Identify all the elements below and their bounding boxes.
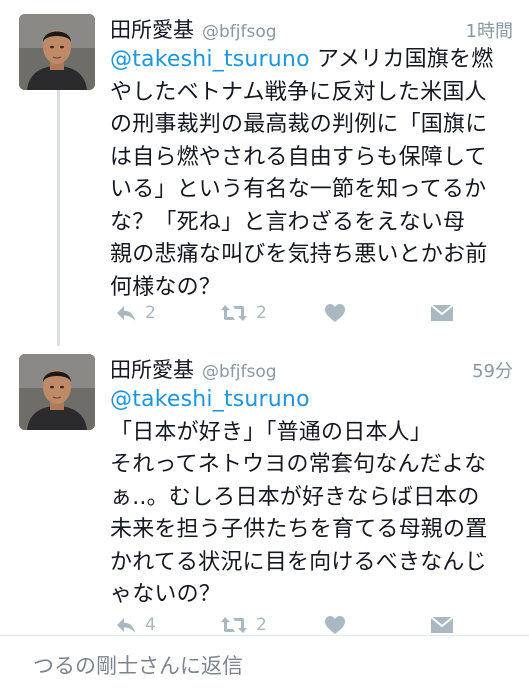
like-icon [324, 303, 346, 323]
tweet-text-line: かれてる状況に目を向けるべきなんじ [110, 549, 487, 575]
tweet-text-line: は自ら燃やされる自由すらも保障して [110, 144, 487, 170]
like-icon [324, 615, 346, 635]
tweet-text-line: それってネトウヨの常套句なんだよな [110, 452, 487, 477]
retweet-count: 2 [256, 303, 267, 323]
reply-count: 4 [145, 615, 156, 635]
tweet-header: 田所愛基 @bfjfsog 1時間 [110, 14, 513, 44]
retweet-icon [220, 615, 248, 635]
reply-composer[interactable]: つるの剛士さんに返信 [0, 636, 529, 700]
avatar[interactable] [19, 354, 95, 430]
tweet-text-line: の刑事裁判の最高裁の判例に「国旗に [110, 112, 488, 137]
tweet[interactable]: 田所愛基 @bfjfsog 1時間 @takeshi_tsuruno アメリカ国… [0, 0, 529, 340]
user-handle[interactable]: @bfjfsog [202, 22, 277, 42]
tweet-text-segment: アメリカ国旗を燃 [316, 47, 494, 72]
like-button[interactable] [324, 615, 346, 635]
timestamp[interactable]: 59分 [472, 357, 513, 383]
tweet-actions: 2 2 [110, 298, 460, 328]
reply-icon [115, 304, 137, 322]
retweet-button[interactable]: 2 [220, 615, 267, 635]
avatar[interactable] [19, 14, 95, 90]
retweet-button[interactable]: 2 [220, 303, 267, 323]
reply-icon [115, 616, 137, 634]
direct-message-icon [430, 303, 454, 323]
mention-link[interactable]: @takeshi_tsuruno [110, 387, 310, 412]
tweet-text-line: やしたベトナム戦争に反対した米国人 [110, 79, 487, 105]
tweet-text: @takeshi_tsuruno アメリカ国旗を燃 やしたベトナム戦争に反対した… [110, 44, 515, 304]
tweet-text-line: な？「死ね」と言わざるをえない母 [110, 209, 466, 235]
direct-message-button[interactable] [430, 615, 454, 635]
tweet-text: @takeshi_tsuruno 「日本が好き」「普通の日本人」 それってネトウ… [110, 384, 515, 612]
tweet-text-line: @takeshi_tsuruno [110, 384, 515, 417]
tweet-header: 田所愛基 @bfjfsog 59分 [110, 354, 513, 384]
timestamp[interactable]: 1時間 [466, 17, 513, 43]
mention-link[interactable]: @takeshi_tsuruno [110, 47, 310, 72]
reply-count: 2 [145, 303, 156, 323]
tweet-text-line: 未来を担う子供たちを育てる母親の置 [110, 517, 488, 542]
tweet-text-line: ゃないの？ [110, 582, 222, 607]
tweet-text-line: ぁ..。むしろ日本が好きならば日本の [110, 484, 480, 510]
tweet-text-line: いる」という有名な一節を知ってるか [110, 177, 487, 202]
reply-button[interactable]: 4 [115, 615, 156, 635]
direct-message-icon [430, 615, 454, 635]
tweet-text-line: 親の悲痛な叫びを気持ち悪いとかお前 [110, 242, 488, 267]
tweet-text-line: @takeshi_tsuruno アメリカ国旗を燃 [110, 44, 515, 77]
user-handle[interactable]: @bfjfsog [202, 362, 277, 382]
display-name[interactable]: 田所愛基 [110, 14, 194, 44]
reply-button[interactable]: 2 [115, 303, 156, 323]
direct-message-button[interactable] [430, 303, 454, 323]
retweet-count: 2 [256, 615, 267, 635]
like-button[interactable] [324, 303, 346, 323]
reply-input-placeholder[interactable]: つるの剛士さんに返信 [33, 650, 243, 680]
display-name[interactable]: 田所愛基 [110, 354, 194, 384]
tweet[interactable]: 田所愛基 @bfjfsog 59分 @takeshi_tsuruno 「日本が好… [0, 340, 529, 635]
retweet-icon [220, 303, 248, 323]
tweet-text-line: 「日本が好き」「普通の日本人」 [110, 419, 433, 445]
